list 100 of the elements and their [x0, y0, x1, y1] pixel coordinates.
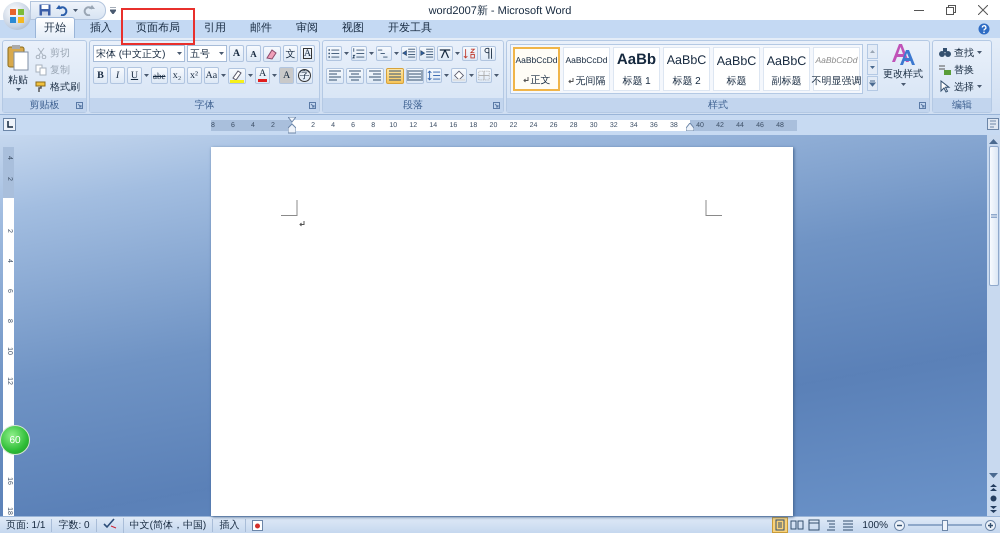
help-icon[interactable]: [978, 23, 990, 35]
ribbon-tab[interactable]: 页面布局: [127, 17, 189, 38]
clear-formatting-icon[interactable]: [263, 46, 281, 62]
proofing-icon[interactable]: [102, 518, 117, 528]
underline-button[interactable]: U: [127, 67, 142, 84]
character-shading-button[interactable]: A: [279, 67, 294, 84]
group-label: 编辑: [952, 98, 972, 112]
view-ruler-icon[interactable]: [987, 116, 999, 130]
asian-layout-icon[interactable]: [437, 46, 453, 61]
decrease-indent-icon[interactable]: [401, 46, 417, 61]
sort-icon[interactable]: [462, 46, 478, 61]
style-tile[interactable]: AaBbCcDd 无间隔: [563, 47, 610, 91]
margin-corner-icon: [705, 200, 722, 216]
style-tile[interactable]: AaBbCcDd 正文: [513, 47, 560, 91]
italic-button[interactable]: I: [110, 67, 125, 84]
font-size-field[interactable]: 五号: [187, 45, 227, 62]
gallery-more-icon[interactable]: [867, 76, 878, 91]
next-page-icon[interactable]: [990, 506, 997, 513]
editing-button[interactable]: 替换: [936, 61, 984, 78]
zoom-out-icon[interactable]: [894, 520, 905, 530]
dialog-launcher-icon[interactable]: [493, 102, 500, 109]
caret-icon: [73, 8, 78, 12]
line-spacing-icon[interactable]: [426, 68, 442, 83]
close-icon[interactable]: [978, 5, 988, 15]
multilevel-list-icon[interactable]: [376, 46, 392, 61]
bullets-icon[interactable]: [326, 46, 342, 61]
bold-button[interactable]: B: [93, 67, 108, 84]
scrollbar-thumb[interactable]: [988, 146, 998, 286]
paste-button[interactable]: 粘贴: [6, 44, 30, 98]
browse-object-icon[interactable]: [990, 495, 997, 502]
dialog-launcher-icon[interactable]: [76, 102, 83, 109]
zoom-level[interactable]: 100%: [856, 520, 894, 530]
customize-toolbar-icon[interactable]: [110, 6, 116, 14]
editing-button[interactable]: 选择: [936, 78, 984, 95]
view-button[interactable]: [772, 517, 788, 533]
caret-icon: [900, 83, 906, 86]
page-count[interactable]: 页面: 1/1: [0, 518, 52, 532]
subscript-button[interactable]: x₂: [170, 67, 184, 84]
highlighter-icon[interactable]: [228, 68, 246, 84]
ribbon-tab[interactable]: 开始: [35, 17, 75, 38]
word-count[interactable]: 字数: 0: [52, 518, 97, 532]
binoculars-icon: [938, 46, 951, 59]
font-color-button[interactable]: A: [255, 67, 270, 84]
office-button[interactable]: [3, 2, 31, 30]
zoom-slider-thumb[interactable]: [942, 520, 948, 530]
numbering-icon[interactable]: [351, 46, 367, 61]
shrink-font-button[interactable]: A: [246, 45, 261, 62]
ribbon-tab[interactable]: 审阅: [287, 17, 327, 38]
caret-icon: [219, 52, 224, 55]
strikethrough-button[interactable]: abe: [151, 67, 168, 84]
scrollbar[interactable]: [987, 135, 1000, 516]
scroll-down-icon[interactable]: [989, 473, 998, 479]
gallery-down-icon[interactable]: [867, 60, 878, 75]
align-button[interactable]: [346, 68, 364, 84]
show-marks-icon[interactable]: [480, 46, 496, 61]
align-button[interactable]: [386, 68, 404, 84]
ribbon-tab[interactable]: 邮件: [241, 17, 281, 38]
style-tile[interactable]: AaBbC 副标题: [763, 47, 810, 91]
language-status[interactable]: 中文(简体，中国): [124, 518, 214, 532]
replace-icon: [938, 63, 951, 76]
scroll-up-icon[interactable]: [989, 138, 998, 144]
restore-icon[interactable]: [946, 5, 956, 15]
align-button[interactable]: [406, 68, 424, 84]
right-indent-marker-icon[interactable]: [686, 123, 694, 131]
ribbon-tab[interactable]: 开发工具: [379, 17, 441, 38]
font-name-field[interactable]: 宋体 (中文正文): [93, 45, 185, 62]
indent-marker-icon[interactable]: [288, 117, 296, 134]
previous-page-icon[interactable]: [990, 484, 997, 491]
zoom-in-icon[interactable]: [985, 520, 996, 530]
phonetic-guide-button[interactable]: 文: [283, 45, 298, 62]
ribbon-tab[interactable]: 视图: [333, 17, 373, 38]
dialog-launcher-icon[interactable]: [309, 102, 316, 109]
change-case-button[interactable]: Aa: [204, 67, 220, 84]
office-logo: [9, 8, 25, 24]
align-button[interactable]: [326, 68, 344, 84]
save-icon[interactable]: [39, 4, 51, 16]
character-border-button[interactable]: A: [300, 45, 315, 62]
ribbon-tab[interactable]: 引用: [195, 17, 235, 38]
style-tile[interactable]: AaBbC 标题: [713, 47, 760, 91]
view-button[interactable]: [806, 517, 822, 533]
editing-button[interactable]: 查找: [936, 44, 984, 61]
enclose-characters-button[interactable]: 字: [296, 67, 314, 84]
insert-mode[interactable]: 插入: [213, 518, 246, 532]
undo-icon[interactable]: [56, 4, 68, 16]
style-tile[interactable]: AaBbC 标题 2: [663, 47, 710, 91]
change-styles-button[interactable]: 更改样式: [882, 44, 924, 98]
increase-indent-icon[interactable]: [419, 46, 435, 61]
dialog-launcher-icon[interactable]: [919, 102, 926, 109]
align-button[interactable]: [366, 68, 384, 84]
caret-icon: [272, 74, 278, 77]
tab-stop-icon[interactable]: [3, 118, 16, 131]
ribbon-tab[interactable]: 插入: [81, 17, 121, 38]
style-tile[interactable]: AaBb 标题 1: [613, 47, 660, 91]
superscript-button[interactable]: x²: [186, 67, 202, 84]
clipboard-button[interactable]: 格式刷: [33, 78, 82, 95]
shading-icon[interactable]: [451, 68, 467, 83]
macro-record-icon[interactable]: [252, 520, 264, 530]
grow-font-button[interactable]: A: [229, 45, 244, 62]
group-label: 剪贴板: [30, 98, 60, 112]
caret-icon: [394, 52, 399, 55]
